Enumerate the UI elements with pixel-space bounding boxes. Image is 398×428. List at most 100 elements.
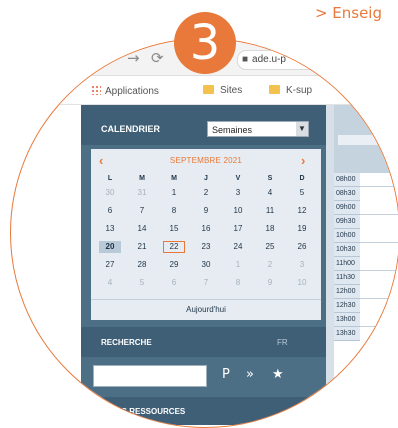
url-text: ade.u-p xyxy=(252,54,286,65)
calendar-day[interactable]: 4 xyxy=(259,187,281,199)
calendar-day[interactable]: 7 xyxy=(195,277,217,289)
zoomed-screenshot: ← → ⟳ ■ ade.u-p Applications Sites K-sup … xyxy=(11,39,398,425)
calendar-day[interactable]: 3 xyxy=(227,187,249,199)
address-bar[interactable]: ■ ade.u-p xyxy=(237,50,398,70)
month-label: SEPTEMBRE 2021 xyxy=(169,156,243,165)
time-slot: 09h00 xyxy=(334,201,360,215)
time-slot: 13h30 xyxy=(334,327,360,341)
schedule-header xyxy=(334,105,398,173)
calendar-day[interactable]: 13 xyxy=(99,223,121,235)
calendar-day[interactable]: 14 xyxy=(131,223,153,235)
calendar-day[interactable]: 8 xyxy=(163,205,185,217)
calendar-day[interactable]: 5 xyxy=(291,187,313,199)
month-navigation: ‹ SEPTEMBRE 2021 › xyxy=(91,153,321,169)
weekday-label: M xyxy=(171,175,177,182)
search-input[interactable] xyxy=(93,365,207,387)
search-header: RECHERCHE FR xyxy=(81,327,326,357)
calendar-day[interactable]: 6 xyxy=(163,277,185,289)
folder-icon xyxy=(269,85,280,94)
reload-icon[interactable]: ⟳ xyxy=(151,49,164,67)
lock-icon: ■ xyxy=(242,54,249,65)
calendar-day[interactable]: 2 xyxy=(195,187,217,199)
step-number-badge: 3 xyxy=(174,12,236,74)
bookmark-label: Applications xyxy=(105,86,159,97)
calendar-day[interactable]: 2 xyxy=(259,259,281,271)
calendar-day[interactable]: 18 xyxy=(259,223,281,235)
forward-icon[interactable]: → xyxy=(127,49,140,67)
calendar-day[interactable]: 1 xyxy=(227,259,249,271)
calendar-day[interactable]: 28 xyxy=(131,259,153,271)
resources-header[interactable]: S DES RESSOURCES xyxy=(81,397,326,425)
schedule-grid: 08h00 08h30 09h00 09h30 10h00 10h30 11h0… xyxy=(334,105,398,425)
weekday-label: V xyxy=(235,175,241,182)
weekday-label: D xyxy=(299,175,305,182)
calendar-day[interactable]: 15 xyxy=(163,223,185,235)
expand-icon[interactable]: » xyxy=(246,367,254,382)
search-go-icon[interactable]: P xyxy=(222,367,230,382)
weekday-label: M xyxy=(139,175,145,182)
calendar-day[interactable]: 29 xyxy=(163,259,185,271)
bookmark-sites[interactable]: Sites xyxy=(203,85,242,96)
calendar-day[interactable]: 30 xyxy=(195,259,217,271)
time-slot: 12h00 xyxy=(334,285,360,299)
calendar-day[interactable]: 24 xyxy=(227,241,249,253)
time-slot: 08h30 xyxy=(334,187,360,201)
calendar-day[interactable]: 9 xyxy=(259,277,281,289)
calendar-day[interactable]: 3 xyxy=(291,259,313,271)
next-month-icon[interactable]: › xyxy=(301,153,305,168)
view-select-value: Semaines xyxy=(212,125,253,135)
calendar-day[interactable]: 4 xyxy=(99,277,121,289)
calendar-day[interactable]: 25 xyxy=(259,241,281,253)
calendar-day[interactable]: 19 xyxy=(291,223,313,235)
chevron-down-icon[interactable]: ▼ xyxy=(296,122,308,136)
calendar-day[interactable]: 5 xyxy=(131,277,153,289)
view-select[interactable]: Semaines ▼ xyxy=(207,121,309,137)
favorite-star-icon[interactable]: ★ xyxy=(272,367,284,382)
calendar-title: CALENDRIER xyxy=(101,124,161,134)
sidebar: CALENDRIER Semaines ▼ ‹ SEPTEMBRE 2021 ›… xyxy=(81,105,326,425)
calendar-header: CALENDRIER Semaines ▼ xyxy=(81,105,326,145)
calendar-day[interactable]: 10 xyxy=(291,277,313,289)
time-slot: 10h00 xyxy=(334,229,360,243)
weekday-label: J xyxy=(204,175,208,182)
time-slot: 13h00 xyxy=(334,313,360,327)
calendar-day[interactable]: 26 xyxy=(291,241,313,253)
folder-icon xyxy=(203,85,214,94)
calendar-day[interactable]: 7 xyxy=(131,205,153,217)
panel-splitter[interactable] xyxy=(326,105,334,425)
time-slot: 11h30 xyxy=(334,271,360,285)
time-slot: 09h30 xyxy=(334,215,360,229)
calendar-day[interactable]: 1 xyxy=(163,187,185,199)
mini-calendar: ‹ SEPTEMBRE 2021 › L M M J V S D 30 31 1… xyxy=(91,149,321,320)
bookmarks-bar: Applications Sites K-sup xyxy=(41,76,398,105)
calendar-day[interactable]: 16 xyxy=(195,223,217,235)
calendar-day[interactable]: 21 xyxy=(131,241,153,253)
bookmark-applications[interactable]: Applications xyxy=(91,85,159,97)
time-slot: 10h30 xyxy=(334,243,360,257)
breadcrumb[interactable]: > Enseig xyxy=(315,4,382,22)
weekday-label: S xyxy=(267,175,273,182)
calendar-day[interactable]: 9 xyxy=(195,205,217,217)
language-toggle[interactable]: FR xyxy=(277,338,288,347)
back-icon[interactable]: ← xyxy=(105,49,118,67)
calendar-day[interactable]: 8 xyxy=(227,277,249,289)
bookmark-ksup[interactable]: K-sup xyxy=(269,85,312,96)
resources-title: S DES RESSOURCES xyxy=(103,407,186,416)
time-slot: 11h00 xyxy=(334,257,360,271)
bookmark-label: K-sup xyxy=(286,85,313,96)
calendar-day[interactable]: 10 xyxy=(227,205,249,217)
calendar-day-selected[interactable]: 22 xyxy=(163,241,185,253)
today-button[interactable]: Aujourd'hui xyxy=(91,299,321,320)
calendar-day[interactable]: 31 xyxy=(131,187,153,199)
calendar-day[interactable]: 27 xyxy=(99,259,121,271)
calendar-day[interactable]: 12 xyxy=(291,205,313,217)
calendar-day-current-week[interactable]: 20 xyxy=(99,241,121,253)
calendar-day[interactable]: 11 xyxy=(259,205,281,217)
calendar-day[interactable]: 23 xyxy=(195,241,217,253)
calendar-day[interactable]: 17 xyxy=(227,223,249,235)
calendar-day[interactable]: 30 xyxy=(99,187,121,199)
calendar-day[interactable]: 6 xyxy=(99,205,121,217)
zoom-circle: ← → ⟳ ■ ade.u-p Applications Sites K-sup … xyxy=(10,38,398,428)
bookmark-label: Sites xyxy=(220,85,243,96)
time-slot: 12h30 xyxy=(334,299,360,313)
